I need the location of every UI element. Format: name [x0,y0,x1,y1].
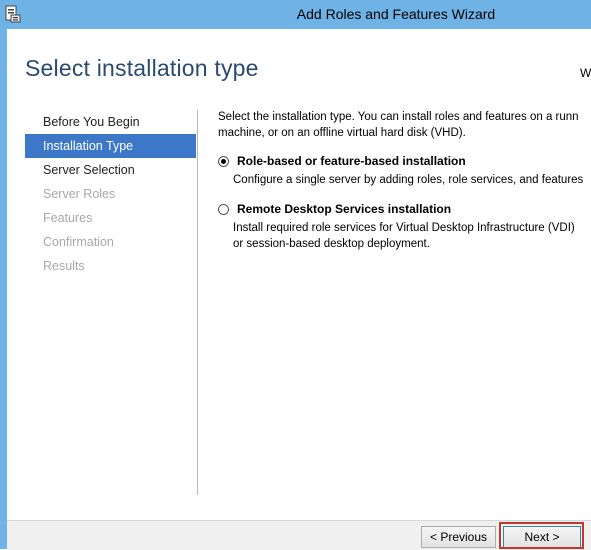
nav-item-server-roles: Server Roles [43,187,116,201]
wizard-nav: Before You Begin Installation Type Serve… [25,110,196,278]
previous-button[interactable]: < Previous [421,526,496,548]
intro-line-2: machine, or on an offline virtual hard d… [218,127,466,139]
option-desc-line: or session-based desktop deployment. [233,238,430,250]
nav-divider [197,110,198,495]
option-description: Configure a single server by adding role… [233,172,583,188]
option-desc-line: Install required role services for Virtu… [233,222,575,234]
page-title: Select installation type [25,55,259,81]
option-remote-desktop[interactable]: Remote Desktop Services installation Ins… [218,202,591,258]
destination-server: W [580,66,591,80]
option-label[interactable]: Remote Desktop Services installation [237,202,451,216]
window-title: Add Roles and Features Wizard [296,6,496,22]
next-button[interactable]: Next > [503,526,581,548]
nav-item-results: Results [43,259,85,273]
option-description: Install required role services for Virtu… [233,220,575,252]
nav-item-features: Features [43,211,93,225]
nav-item-installation-type[interactable]: Installation Type [25,134,196,158]
intro-text: Select the installation type. You can in… [218,109,591,141]
option-label[interactable]: Role-based or feature-based installation [237,154,466,168]
radio-remote-desktop[interactable] [218,204,229,215]
option-role-based[interactable]: Role-based or feature-based installation… [218,154,591,194]
radio-role-based[interactable] [218,156,229,167]
nav-item-server-selection[interactable]: Server Selection [25,158,196,182]
nav-item-before-you-begin[interactable]: Before You Begin [25,110,196,134]
intro-line-1: Select the installation type. You can in… [218,111,579,123]
title-bar: Add Roles and Features Wizard [0,0,591,29]
nav-item-confirmation: Confirmation [43,235,114,249]
option-desc-line: Configure a single server by adding role… [233,174,584,186]
